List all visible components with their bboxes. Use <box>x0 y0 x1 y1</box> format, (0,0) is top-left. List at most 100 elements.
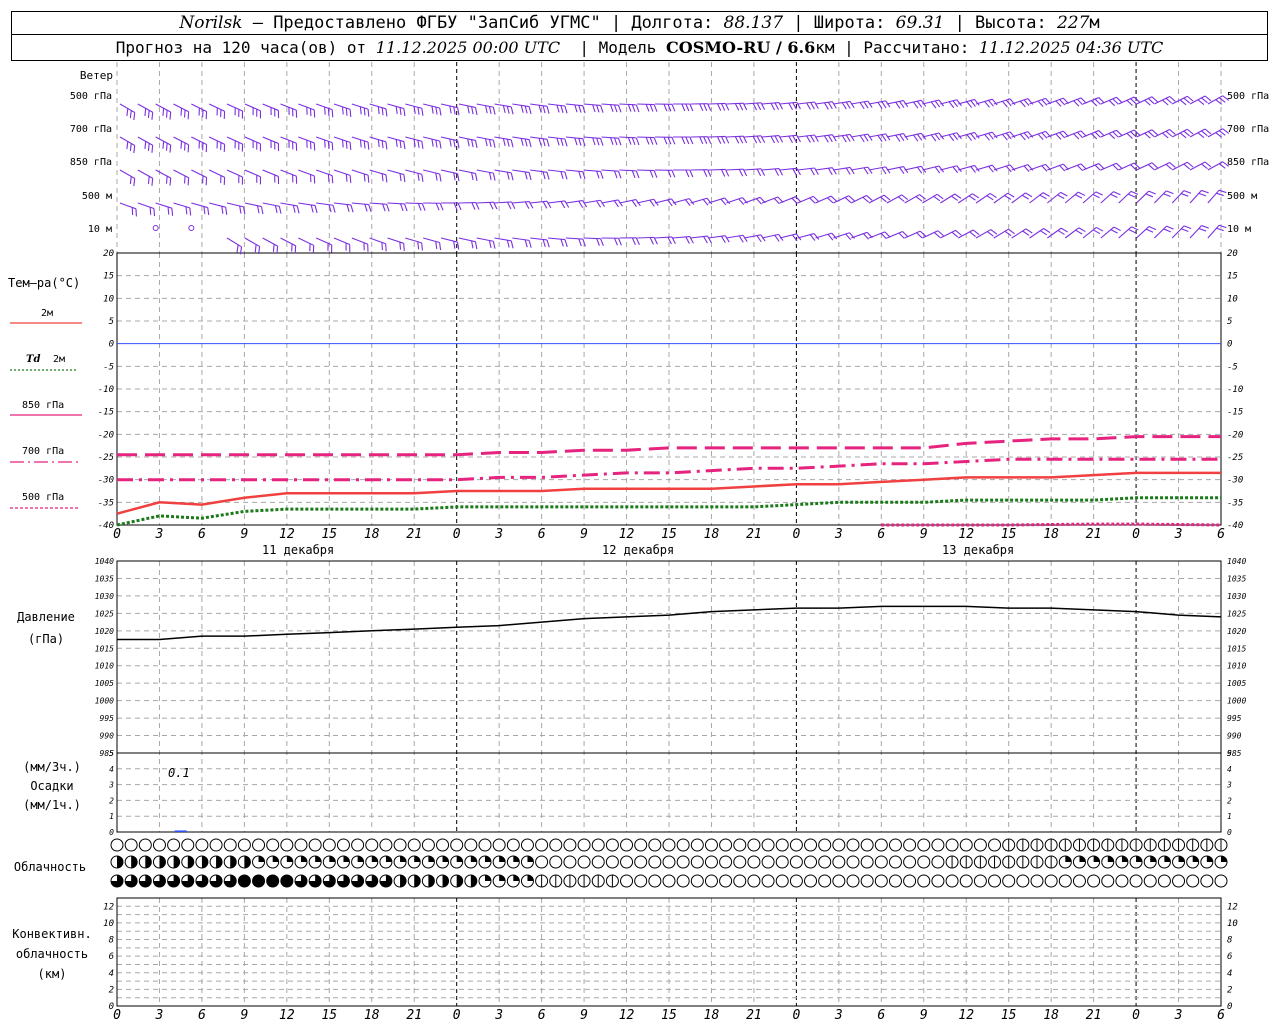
panel-frame <box>116 752 1222 833</box>
cloud-symbol <box>549 855 563 869</box>
cloud-symbol <box>719 838 733 852</box>
wind-barb <box>423 202 444 211</box>
legend-700-label: 700 гПа <box>22 446 64 457</box>
hour-label-bottom: 3 <box>834 1008 843 1023</box>
hour-label-bottom: 0 <box>792 1008 800 1023</box>
wind-barb <box>458 103 478 115</box>
y-tick-label-right: -40 <box>1227 521 1243 531</box>
wind-barb <box>904 165 927 174</box>
cloud-symbol <box>931 874 945 888</box>
hour-label: 15 <box>321 527 337 542</box>
cloud-symbol <box>719 874 733 888</box>
wind-barb <box>654 236 676 245</box>
cloud-symbol <box>365 838 379 852</box>
wind-barb <box>922 132 945 142</box>
cloud-symbol <box>110 838 124 852</box>
y-tick-label-right: 5 <box>1227 749 1232 758</box>
cloud-symbol <box>1214 874 1228 888</box>
wind-barb <box>119 169 136 187</box>
cloud-symbol <box>280 855 294 869</box>
wind-barb <box>226 103 244 119</box>
cloud-symbol <box>789 874 803 888</box>
cloud-symbol <box>351 838 365 852</box>
cloud-symbol <box>237 838 251 852</box>
cloud-symbol <box>520 855 534 869</box>
hour-label: 0 <box>792 527 800 542</box>
cloud-symbol <box>959 838 973 852</box>
cloud-symbol <box>520 874 534 888</box>
cloud-symbol <box>322 874 336 888</box>
wind-barb <box>280 103 298 118</box>
cloud-symbol <box>209 855 223 869</box>
wind-barb <box>298 202 318 214</box>
cloud-symbol <box>860 838 874 852</box>
wind-barb <box>815 101 837 110</box>
wind-barb <box>298 237 315 253</box>
cloud-symbol <box>138 855 152 869</box>
wind-barb <box>797 101 819 110</box>
hour-label: 0 <box>1132 527 1140 542</box>
wind-barb <box>815 134 837 143</box>
cloud-symbol <box>266 838 280 852</box>
wind-barb <box>512 169 532 181</box>
cloud-symbol <box>577 874 591 888</box>
cloud-symbol <box>549 874 563 888</box>
wind-barb <box>886 194 909 204</box>
hour-label: 21 <box>746 527 762 542</box>
wind-barb <box>1100 162 1123 171</box>
wind-barb <box>619 103 640 113</box>
y-tick-label: 12 <box>103 902 114 912</box>
cloud-symbol <box>195 874 209 888</box>
cloud-symbol <box>988 838 1002 852</box>
cloud-symbol <box>973 874 987 888</box>
hour-label-bottom: 6 <box>1217 1008 1225 1023</box>
y-tick-label: 1005 <box>95 679 114 688</box>
cloud-symbol <box>1172 855 1186 869</box>
cloud-symbol <box>393 838 407 852</box>
cloud-symbol <box>379 855 393 869</box>
wind-barb <box>369 169 388 183</box>
cloud-symbol <box>789 838 803 852</box>
y-tick-label: -20 <box>98 430 114 440</box>
wind-barbs <box>119 95 1230 255</box>
cloud-symbol <box>931 838 945 852</box>
axis-tick-labels: 20 2015 1510 105 50 0-5 -5-10 -10-15 -15-20 -20-2… <box>95 249 1247 1023</box>
cloud-symbol <box>506 855 520 869</box>
wind-barb <box>637 198 659 207</box>
wind-barb <box>1207 189 1227 204</box>
wind-barb <box>690 103 712 112</box>
cloud-symbol <box>336 838 350 852</box>
wind-barb <box>226 169 244 185</box>
cloud-symbol <box>1044 855 1058 869</box>
cloud-symbol <box>917 874 931 888</box>
wind-barb <box>244 136 262 152</box>
y-tick-label-right: 2 <box>1227 796 1232 805</box>
cloud-symbol <box>280 874 294 888</box>
wind-barb <box>993 192 1015 204</box>
cloud-symbol <box>1157 838 1171 852</box>
wind-barb <box>637 236 658 245</box>
hour-label-bottom: 0 <box>1132 1008 1140 1023</box>
cloud-symbol <box>719 855 733 869</box>
cloud-symbol <box>690 838 704 852</box>
cloud-symbol <box>903 838 917 852</box>
cloud-symbol <box>1157 874 1171 888</box>
precip-annotation: 0.1 <box>168 766 190 780</box>
wind-barb <box>226 136 244 152</box>
wind-barb <box>690 169 712 177</box>
wind-barb <box>1118 162 1141 171</box>
wind-barb <box>958 164 980 173</box>
wind-barb <box>726 135 748 144</box>
y-tick-label: 2 <box>109 985 114 995</box>
y-tick-label-right: 990 <box>1227 732 1242 741</box>
wind-level-label-right: 500 гПа <box>1227 91 1269 102</box>
cloud-symbol <box>223 855 237 869</box>
wind-barb <box>779 134 801 144</box>
y-tick-label-right: -35 <box>1227 498 1243 508</box>
hour-label: 21 <box>1086 527 1102 542</box>
wind-barb <box>1171 161 1194 171</box>
wind-barb <box>690 235 712 244</box>
y-tick-label: -40 <box>98 521 114 531</box>
hour-label: 9 <box>240 527 248 542</box>
wind-barb <box>619 136 640 146</box>
